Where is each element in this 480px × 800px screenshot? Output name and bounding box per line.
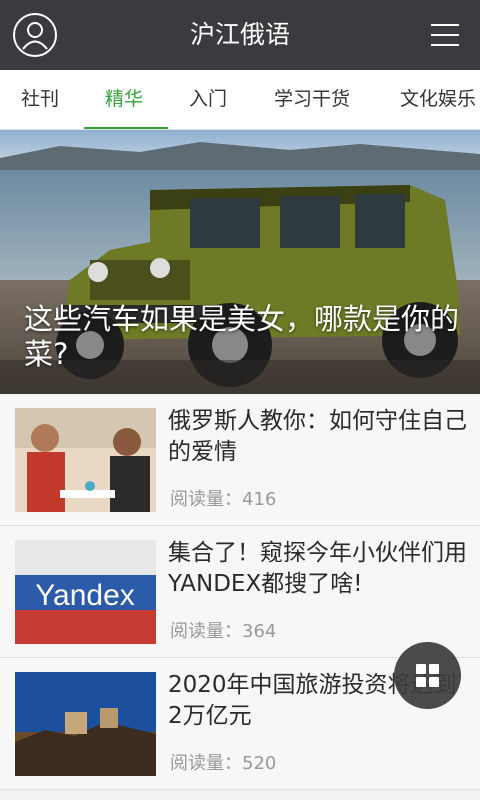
article-thumbnail-yandex: Yandex — [15, 540, 156, 644]
article-thumbnail-couple — [15, 408, 156, 512]
article-title: 俄罗斯人教你：如何守住自己的爱情 — [168, 408, 467, 465]
article-item[interactable]: Yandex 集合了！窥探今年小伙伴们用YANDEX都搜了啥! 阅读量：364 — [0, 526, 480, 658]
hamburger-menu-icon[interactable] — [431, 24, 459, 46]
svg-text:Yandex: Yandex — [35, 579, 135, 612]
tab-jinghua[interactable]: 精华 — [105, 70, 143, 128]
article-thumbnail-great-wall — [15, 672, 156, 776]
article-title: 集合了！窥探今年小伙伴们用YANDEX都搜了啥! — [168, 540, 467, 597]
article-item[interactable]: 俄罗斯人教你：如何守住自己的爱情 阅读量：416 — [0, 394, 480, 526]
hero-banner[interactable]: 这些汽车如果是美女，哪款是你的菜? — [0, 130, 480, 394]
hero-caption: 这些汽车如果是美女，哪款是你的菜? — [24, 302, 460, 371]
read-count: 阅读量：520 — [170, 753, 277, 774]
app-title: 沪江俄语 — [189, 20, 290, 49]
grid-apps-icon[interactable] — [394, 642, 461, 709]
tab-shekan[interactable]: 社刊 — [21, 70, 59, 128]
active-tab-indicator — [84, 127, 168, 129]
tab-rumen[interactable]: 入门 — [189, 70, 227, 128]
tab-wenhua-yule[interactable]: 文化娱乐 — [400, 70, 476, 128]
category-tabs: 社刊 精华 入门 学习干货 文化娱乐 — [0, 70, 480, 130]
read-count: 阅读量：364 — [170, 621, 277, 642]
top-bar: 沪江俄语 — [0, 0, 480, 70]
read-count: 阅读量：416 — [170, 489, 277, 510]
tab-xuexi-ganhuo[interactable]: 学习干货 — [274, 70, 350, 128]
